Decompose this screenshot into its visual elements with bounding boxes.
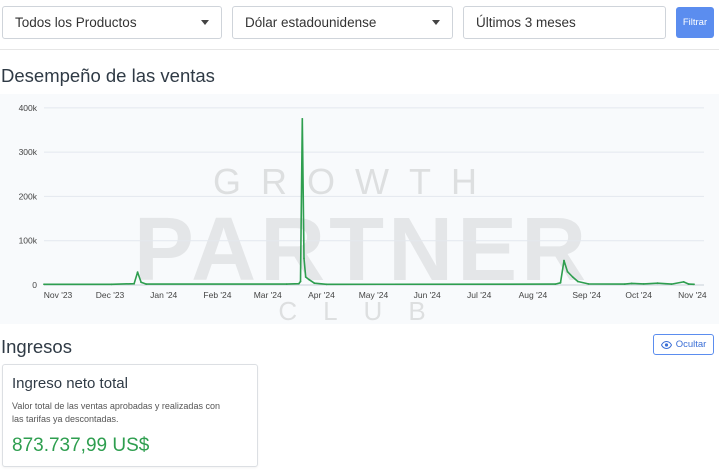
data-point <box>670 283 673 285</box>
net-income-card: Ingreso neto total Valor total de las ve… <box>2 364 258 467</box>
x-tick-label: Jun '24 <box>414 290 441 300</box>
x-tick-label: Aug '24 <box>519 290 548 300</box>
data-point <box>577 280 579 283</box>
period-input-value: Últimos 3 meses <box>476 15 576 30</box>
data-point <box>308 278 311 281</box>
x-tick-label: Jul '24 <box>467 290 492 300</box>
x-tick-label: May '24 <box>359 290 389 300</box>
hide-button[interactable]: Ocultar <box>653 334 714 355</box>
x-tick-label: Dec '23 <box>96 290 125 300</box>
x-tick-label: Nov '23 <box>44 290 73 300</box>
net-income-value: 873.737,99 US$ <box>12 435 150 456</box>
filter-button[interactable]: Filtrar <box>676 7 714 38</box>
data-point <box>693 283 695 286</box>
data-point <box>140 281 143 284</box>
data-point <box>554 283 557 285</box>
data-point <box>43 283 45 286</box>
data-point <box>587 283 590 285</box>
data-point <box>325 283 328 286</box>
data-point <box>682 281 685 283</box>
data-point <box>285 283 288 285</box>
data-point <box>145 283 148 285</box>
data-point <box>656 282 659 285</box>
card-description: Valor total de las ventas aprobadas y re… <box>12 401 220 424</box>
product-select[interactable]: Todos los Productos <box>2 6 222 39</box>
data-point <box>687 283 690 285</box>
x-tick-label: Nov '24 <box>678 290 707 300</box>
sales-performance-title: Desempeño de las ventas <box>1 65 215 86</box>
hide-button-label: Ocultar <box>675 339 707 350</box>
data-point <box>133 282 136 285</box>
data-point <box>299 280 302 283</box>
y-tick-label: 300k <box>19 147 38 157</box>
data-point <box>630 282 633 285</box>
data-point <box>136 271 139 274</box>
watermark-top: GROWTH <box>213 161 497 202</box>
y-tick-label: 400k <box>19 103 38 113</box>
watermark-bottom: CLUB <box>278 296 451 324</box>
period-input[interactable]: Últimos 3 meses <box>463 6 666 39</box>
sales-chart-svg: GROWTHPARTNERCLUB 0100k200k300k400k Nov … <box>19 103 707 324</box>
data-point <box>563 259 565 262</box>
caret-down-icon <box>432 20 440 25</box>
x-tick-label: Feb '24 <box>203 290 231 300</box>
y-tick-label: 200k <box>19 191 38 201</box>
x-tick-label: Oct '24 <box>625 290 652 300</box>
data-point <box>566 270 569 273</box>
data-point <box>623 283 626 285</box>
data-point <box>559 281 562 284</box>
data-point <box>297 282 300 285</box>
data-point <box>110 283 113 286</box>
data-point <box>642 283 645 285</box>
product-select-value: Todos los Productos <box>15 15 137 30</box>
currency-select-value: Dólar estadounidense <box>245 15 377 30</box>
eye-icon <box>660 340 672 349</box>
data-point <box>303 257 305 260</box>
data-point <box>304 276 307 278</box>
x-tick-label: Apr '24 <box>308 290 335 300</box>
currency-select[interactable]: Dólar estadounidense <box>232 6 453 39</box>
data-point <box>571 276 574 278</box>
y-tick-label: 100k <box>19 236 38 246</box>
x-tick-label: Mar '24 <box>254 290 282 300</box>
data-point <box>301 118 304 120</box>
y-axis: 0 100k 200k 300k 400k <box>19 103 38 290</box>
caret-down-icon <box>201 20 209 25</box>
x-tick-label: Sep '24 <box>572 290 601 300</box>
income-title: Ingresos <box>1 336 72 357</box>
x-tick-label: Jan '24 <box>150 290 177 300</box>
card-title: Ingreso neto total <box>12 375 128 392</box>
y-tick-label: 0 <box>32 280 37 290</box>
data-point <box>313 282 316 285</box>
filter-bar: Todos los Productos Dólar estadounidense… <box>0 0 719 50</box>
sales-chart: GROWTH PARTNER CLUB 0 100k 200k 300k 400k Nov … <box>0 94 719 324</box>
